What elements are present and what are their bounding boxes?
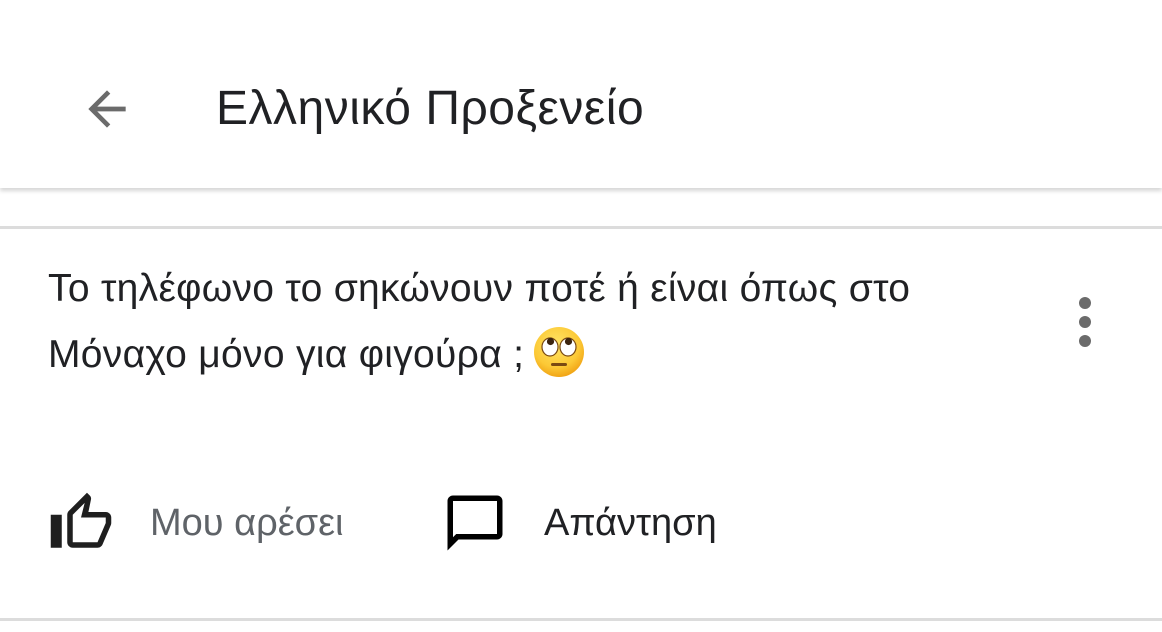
thumb-up-icon	[50, 492, 112, 548]
divider-bottom	[0, 618, 1162, 621]
comment-menu-button[interactable]	[1058, 290, 1112, 354]
like-label: Μου αρέσει	[150, 501, 344, 544]
app-bar: Ελληνικό Προξενείο	[0, 0, 1162, 188]
arrow-back-icon	[88, 90, 126, 128]
face-with-rolling-eyes-emoji	[534, 326, 585, 377]
reply-label: Απάντηση	[544, 501, 717, 544]
reply-button[interactable]: Απάντηση	[442, 488, 717, 558]
comment-body: Το τηλέφωνο το σηκώνουν ποτέ ή είναι όπω…	[48, 256, 1038, 388]
comment-text: Το τηλέφωνο το σηκώνουν ποτέ ή είναι όπω…	[48, 267, 911, 376]
divider-top	[0, 226, 1162, 229]
page-title: Ελληνικό Προξενείο	[216, 82, 645, 135]
comment-icon	[447, 495, 503, 551]
like-button[interactable]: Μου αρέσει	[48, 488, 344, 558]
back-button[interactable]	[70, 72, 144, 146]
more-vertical-icon	[1079, 297, 1091, 347]
